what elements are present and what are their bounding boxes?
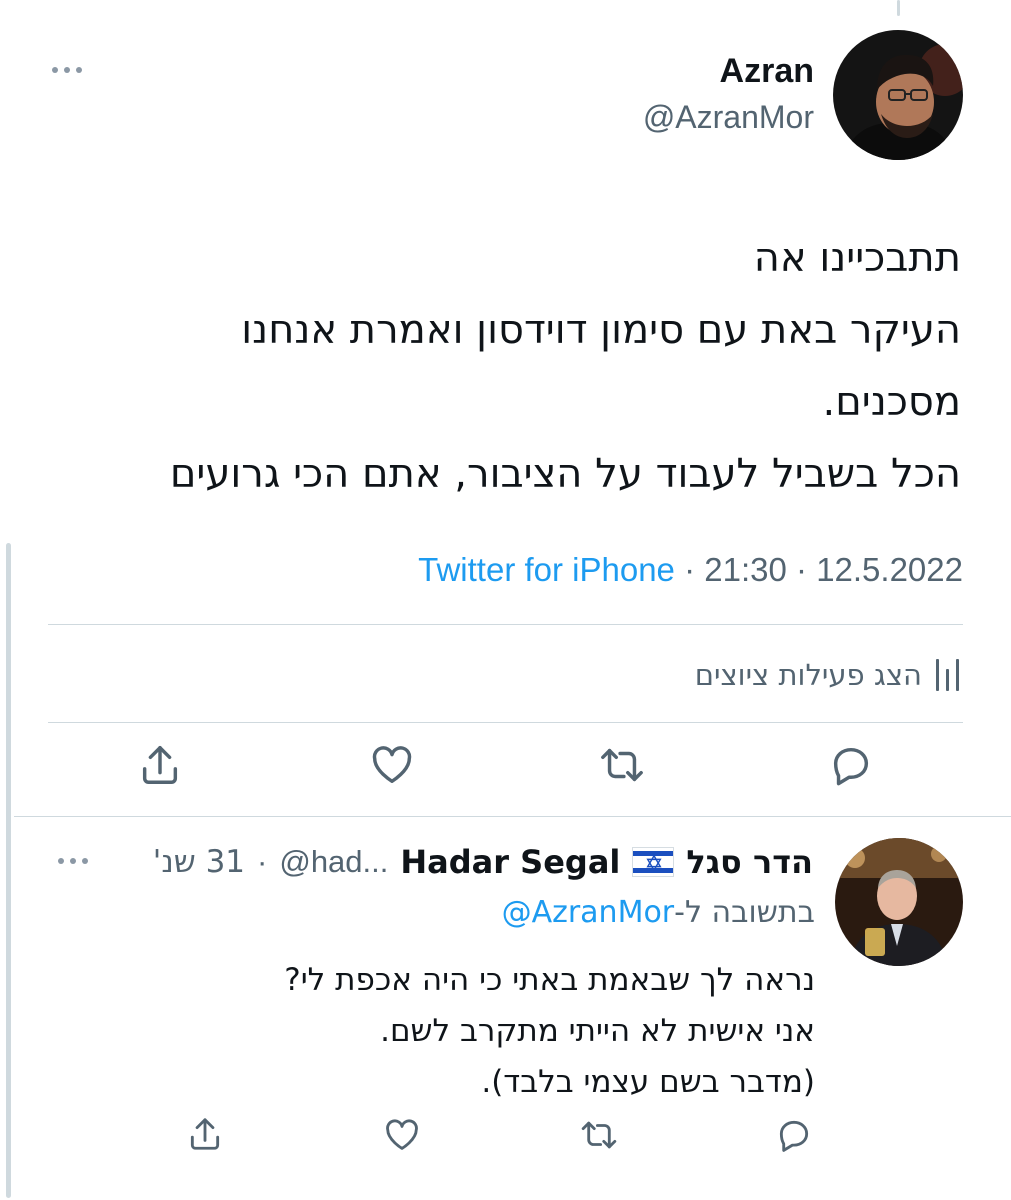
author-handle[interactable]: @AzranMor: [643, 99, 814, 136]
reply-prefix: בתשובה ל-: [674, 895, 815, 930]
reply-header: הדר סגל Hadar Segal @had... · 31 שנ': [153, 843, 813, 881]
share-icon[interactable]: [186, 1114, 224, 1154]
meta-separator: ·: [257, 844, 268, 879]
reply-text: נראה לך שבאמת באתי כי היה אכפת לי? אני א…: [115, 955, 815, 1108]
reply-author-avatar[interactable]: [835, 838, 963, 966]
meta-separator: ·: [684, 551, 696, 588]
tweet-text-line: מסכנים.: [822, 379, 962, 425]
divider: [14, 816, 1011, 817]
analytics-bars-icon: [936, 659, 959, 691]
tweet-text-line: תתבכיינו אה: [753, 235, 961, 281]
reply-icon[interactable]: [774, 1116, 814, 1154]
tweet-source-link[interactable]: Twitter for iPhone: [418, 551, 675, 588]
reply-text-line: אני אישית לא הייתי מתקרב לשם.: [380, 1013, 815, 1049]
more-options-icon[interactable]: [52, 67, 82, 73]
divider: [48, 722, 963, 723]
divider: [48, 624, 963, 625]
author-avatar[interactable]: [833, 30, 963, 160]
replying-to: בתשובה ל-@AzranMor: [502, 895, 815, 930]
tweet-time[interactable]: 21:30: [704, 551, 787, 588]
thread-connector: [897, 0, 900, 16]
scrollbar[interactable]: [6, 543, 11, 1198]
reply-age[interactable]: 31 שנ': [153, 844, 245, 880]
tweet-text: תתבכיינו אה העיקר באת עם סימון דוידסון ו…: [61, 222, 961, 510]
analytics-label: הצג פעילות ציוצים: [694, 658, 922, 692]
share-icon[interactable]: [134, 742, 186, 788]
retweet-icon[interactable]: [576, 1116, 622, 1154]
author-name[interactable]: Azran: [720, 52, 814, 91]
reply-text-line: נראה לך שבאמת באתי כי היה אכפת לי?: [284, 962, 815, 998]
reply-mention-link[interactable]: @AzranMor: [502, 895, 675, 930]
reply-author-name[interactable]: הדר סגל: [686, 843, 813, 881]
tweet-meta: Twitter for iPhone · 21:30 · 12.5.2022: [418, 551, 963, 589]
reply-author-name-latin[interactable]: Hadar Segal: [400, 843, 620, 881]
reply-text-line: (מדבר בשם עצמי בלבד).: [481, 1064, 815, 1100]
israel-flag-icon: [632, 847, 675, 877]
retweet-icon[interactable]: [594, 742, 650, 788]
meta-separator: ·: [796, 551, 808, 588]
more-options-icon[interactable]: [58, 858, 88, 864]
reply-icon[interactable]: [826, 742, 876, 788]
like-icon[interactable]: [382, 1116, 422, 1154]
tweet-text-line: הכל בשביל לעבוד על הציבור, אתם הכי גרועי…: [169, 451, 961, 497]
tweet-text-line: העיקר באת עם סימון דוידסון ואמרת אנחנו: [241, 307, 961, 353]
view-tweet-analytics-link[interactable]: הצג פעילות ציוצים: [695, 658, 959, 692]
tweet-date[interactable]: 12.5.2022: [816, 551, 963, 588]
like-icon[interactable]: [367, 742, 417, 788]
reply-author-handle[interactable]: @had...: [279, 844, 388, 880]
